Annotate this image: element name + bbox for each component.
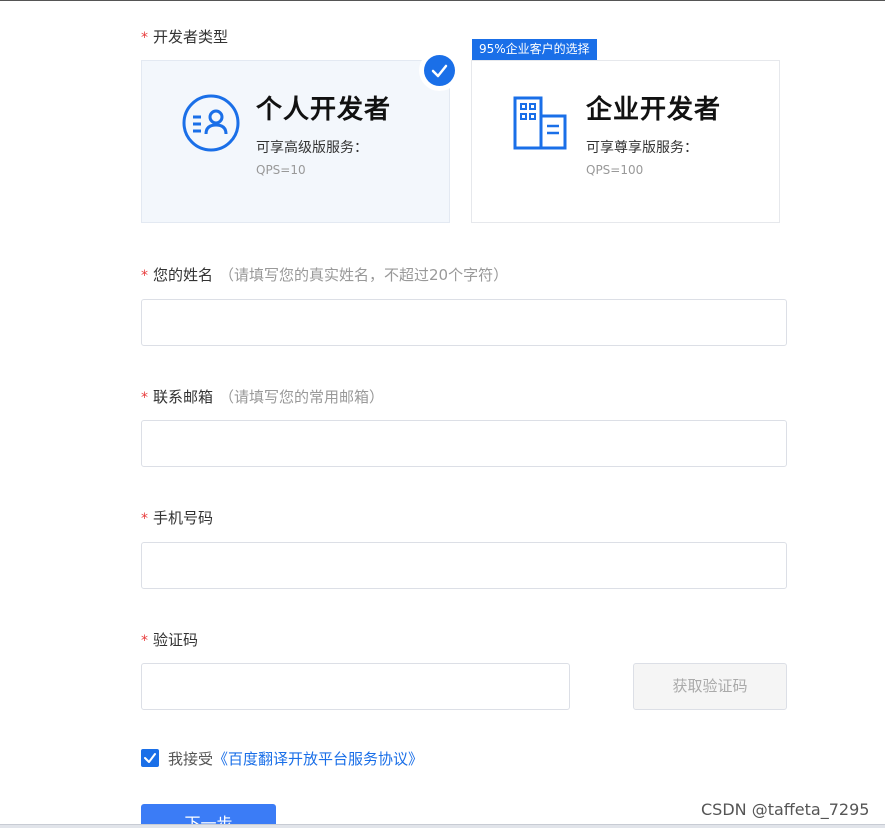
email-label: * 联系邮箱 （请填写您的常用邮箱） [141,388,385,406]
watermark: CSDN @taffeta_7295 [701,800,870,819]
email-input[interactable] [141,420,787,467]
enterprise-promo-tag: 95%企业客户的选择 [472,39,597,60]
developer-type-label: * 开发者类型 [141,28,229,46]
name-input[interactable] [141,299,787,346]
required-mark: * [141,268,148,284]
card-description: 可享高级版服务： [256,140,368,156]
building-icon [513,96,567,150]
agreement-link[interactable]: 《百度翻译开放平台服务协议》 [213,750,423,768]
check-icon [144,753,156,763]
agreement-checkbox[interactable] [141,749,159,767]
card-description: 可享尊享版服务： [586,140,698,156]
required-mark: * [141,30,148,46]
email-hint: （请填写您的常用邮箱） [219,388,385,406]
person-badge-icon [182,94,240,152]
card-title: 企业开发者 [586,95,722,125]
personal-developer-card[interactable]: 个人开发者 可享高级版服务： QPS=10 [141,60,450,223]
get-code-button[interactable]: 获取验证码 [633,663,787,710]
check-icon [431,64,448,78]
card-qps: QPS=100 [586,163,644,177]
code-label: * 验证码 [141,631,199,649]
card-title: 个人开发者 [256,95,392,125]
top-border [0,0,885,1]
agreement-text: 我接受《百度翻译开放平台服务协议》 [168,750,424,768]
required-mark: * [141,633,148,649]
code-input[interactable] [141,663,570,710]
name-label: * 您的姓名 （请填写您的真实姓名，不超过20个字符） [141,266,509,284]
required-mark: * [141,390,148,406]
required-mark: * [141,511,148,527]
name-hint: （请填写您的真实姓名，不超过20个字符） [219,266,509,284]
enterprise-developer-card[interactable]: 企业开发者 可享尊享版服务： QPS=100 [471,60,780,223]
phone-input[interactable] [141,542,787,589]
selected-check-badge [419,50,460,91]
bottom-scroll-edge [0,824,885,828]
card-qps: QPS=10 [256,163,306,177]
phone-label: * 手机号码 [141,509,214,527]
